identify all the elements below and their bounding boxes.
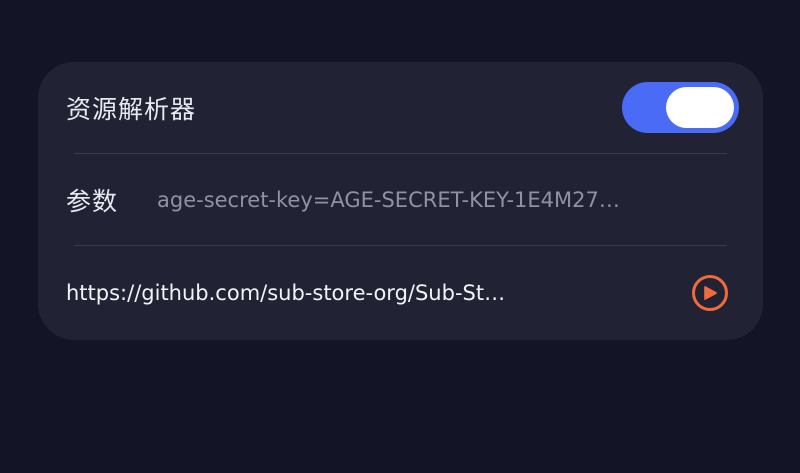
resource-parser-title: 资源解析器 xyxy=(66,95,197,124)
resource-parser-card: 资源解析器 参数 age-secret-key=AGE-SECRET-KEY-1… xyxy=(38,62,763,340)
resource-parser-row: 资源解析器 xyxy=(38,62,763,154)
script-url[interactable]: https://github.com/sub-store-org/Sub-St… xyxy=(66,281,606,305)
script-url-row[interactable]: https://github.com/sub-store-org/Sub-St… xyxy=(38,246,763,340)
params-label: 参数 xyxy=(66,187,119,216)
play-circle-icon[interactable] xyxy=(690,273,730,313)
params-value-field[interactable]: age-secret-key=AGE-SECRET-KEY-1E4M27… xyxy=(157,188,742,212)
resource-parser-toggle[interactable] xyxy=(622,82,739,133)
toggle-knob xyxy=(666,87,734,128)
params-row: 参数 age-secret-key=AGE-SECRET-KEY-1E4M27… xyxy=(38,154,763,246)
